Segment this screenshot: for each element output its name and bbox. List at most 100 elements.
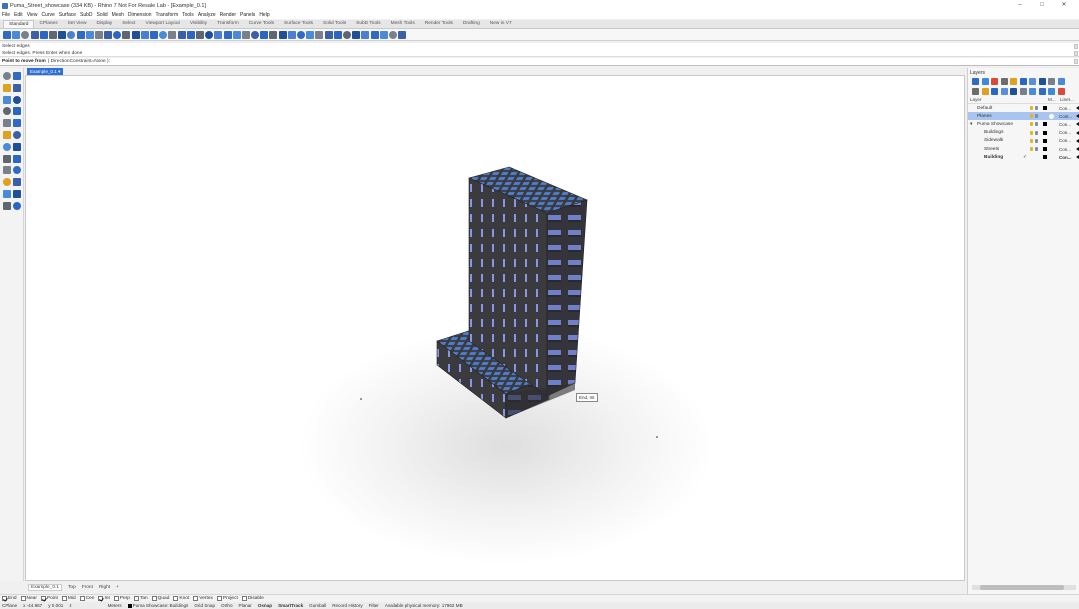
toolbar-tab-new-in-v7[interactable]: New in V7	[485, 20, 517, 28]
menu-surface[interactable]: Surface	[59, 12, 76, 18]
toolbar-tool-icon[interactable]	[131, 30, 140, 39]
sidebar-tool-icon[interactable]	[13, 119, 21, 128]
minimize-button[interactable]: –	[1009, 0, 1031, 11]
layer-visible-icon[interactable]	[1030, 114, 1033, 119]
toolbar-tab-surface-tools[interactable]: Surface Tools	[279, 20, 318, 28]
sidebar-tool-icon[interactable]	[3, 95, 11, 104]
menu-analyze[interactable]: Analyze	[198, 12, 216, 18]
layer-lock-icon[interactable]	[1035, 114, 1038, 119]
toolbar-tool-icon[interactable]	[214, 30, 223, 39]
toolbar-tab-cplanes[interactable]: CPlanes	[34, 20, 62, 28]
toolbar-tool-icon[interactable]	[12, 30, 21, 39]
layer-tool-icon[interactable]	[991, 87, 998, 95]
toolbar-tool-icon[interactable]	[370, 30, 379, 39]
maximize-button[interactable]: □	[1031, 0, 1053, 11]
layer-lock-icon[interactable]	[1035, 122, 1038, 127]
toolbar-tool-icon[interactable]	[140, 30, 149, 39]
menu-curve[interactable]: Curve	[41, 12, 54, 18]
osnap-quad[interactable]: Quad	[151, 596, 169, 601]
toolbar-tool-icon[interactable]	[352, 30, 361, 39]
history-scroll-down[interactable]	[1074, 51, 1078, 56]
filter-button[interactable]: Filter	[369, 603, 379, 608]
osnap-checkbox[interactable]	[193, 596, 199, 601]
layer-lock-icon[interactable]	[1035, 138, 1038, 143]
toolbar-tool-icon[interactable]	[342, 30, 351, 39]
osnap-near[interactable]: Near	[20, 596, 37, 601]
panel-tab-icon[interactable]	[1000, 77, 1008, 85]
perspective-viewport[interactable]: End, Int	[25, 75, 965, 581]
toolbar-tool-icon[interactable]	[315, 30, 324, 39]
osnap-point[interactable]: Point	[40, 596, 58, 601]
sidebar-tool-icon[interactable]	[3, 154, 11, 163]
osnap-cen[interactable]: Cen	[79, 596, 94, 601]
viewport-title-tab[interactable]: Example_0.1 ▾	[27, 68, 64, 75]
menu-render[interactable]: Render	[220, 12, 236, 18]
osnap-checkbox[interactable]	[79, 596, 85, 601]
layer-linetype[interactable]: Con...	[1059, 138, 1071, 143]
sidebar-tool-icon[interactable]	[3, 190, 11, 198]
sidebar-tool-icon[interactable]	[3, 72, 11, 80]
sidebar-tool-icon[interactable]	[3, 107, 11, 116]
osnap-project[interactable]: Project	[216, 596, 238, 601]
osnap-checkbox[interactable]	[133, 596, 139, 601]
toolbar-tool-icon[interactable]	[186, 30, 195, 39]
sidebar-tool-icon[interactable]	[13, 190, 21, 198]
menu-file[interactable]: File	[2, 12, 10, 18]
close-button[interactable]: ✕	[1053, 0, 1075, 11]
sidebar-tool-icon[interactable]	[13, 142, 21, 151]
toolbar-tab-mesh-tools[interactable]: Mesh Tools	[386, 20, 420, 28]
layer-color-swatch[interactable]	[1043, 138, 1047, 143]
toolbar-tool-icon[interactable]	[388, 30, 397, 39]
toolbar-tool-icon[interactable]	[260, 30, 269, 39]
toolbar-tool-icon[interactable]	[39, 30, 48, 39]
menu-edit[interactable]: Edit	[14, 12, 23, 18]
toolbar-tool-icon[interactable]	[379, 30, 388, 39]
view-tab-right[interactable]: Right	[99, 585, 110, 590]
command-prompt-option[interactable]: ( DirectionConstraint=None ):	[48, 59, 110, 64]
layer-tool-icon[interactable]	[1048, 87, 1055, 95]
layer-linetype[interactable]: Con...	[1059, 155, 1072, 160]
layer-visible-icon[interactable]	[1030, 122, 1033, 127]
osnap-checkbox[interactable]	[216, 596, 222, 601]
viewport-menu-arrow-icon[interactable]: ▾	[58, 69, 60, 74]
expand-layer-icon[interactable]: ▾	[970, 122, 972, 127]
toolbar-tab-drafting[interactable]: Drafting	[458, 20, 485, 28]
layers-scroll-thumb[interactable]	[980, 585, 1064, 590]
toolbar-tool-icon[interactable]	[177, 30, 186, 39]
panel-tab-icon[interactable]	[991, 77, 998, 85]
layer-row[interactable]: Sidewalk Con...	[968, 137, 1079, 145]
osnap-int[interactable]: Int	[98, 596, 110, 601]
toolbar-tool-icon[interactable]	[205, 30, 214, 39]
panel-tab-icon[interactable]	[1038, 77, 1046, 85]
toolbar-tool-icon[interactable]	[297, 30, 305, 39]
toolbar-tool-icon[interactable]	[195, 30, 204, 39]
sidebar-tool-icon[interactable]	[13, 166, 21, 175]
layer-color-swatch[interactable]	[1043, 106, 1047, 111]
toolbar-tool-icon[interactable]	[287, 30, 296, 39]
panel-tab-icon[interactable]	[1010, 77, 1017, 85]
menu-mesh[interactable]: Mesh	[112, 12, 124, 18]
toolbar-tab-visibility[interactable]: Visibility	[185, 20, 212, 28]
sidebar-tool-icon[interactable]	[3, 201, 11, 210]
toolbar-tool-icon[interactable]	[76, 30, 85, 39]
panel-tab-icon[interactable]	[981, 77, 989, 85]
gumball-toggle[interactable]: Gumball	[309, 603, 326, 608]
command-prompt[interactable]: Point to move from ( DirectionConstraint…	[0, 58, 1079, 66]
record-history-toggle[interactable]: Record History	[332, 603, 362, 608]
toolbar-tool-icon[interactable]	[104, 30, 113, 39]
panel-tab-icon[interactable]	[972, 77, 979, 85]
osnap-end[interactable]: End	[2, 596, 17, 601]
osnap-perp[interactable]: Perp	[113, 596, 130, 601]
sidebar-tool-icon[interactable]	[3, 83, 11, 92]
toolbar-tool-icon[interactable]	[48, 30, 57, 39]
menu-transform[interactable]: Transform	[156, 12, 179, 18]
toolbar-tool-icon[interactable]	[324, 30, 333, 39]
toolbar-tool-icon[interactable]	[159, 30, 168, 39]
sidebar-tool-icon[interactable]	[13, 201, 21, 210]
sidebar-tool-icon[interactable]	[3, 178, 11, 187]
layer-linetype[interactable]: Con...	[1059, 130, 1071, 135]
sidebar-tool-icon[interactable]	[3, 166, 11, 175]
toolbar-tool-icon[interactable]	[150, 30, 158, 39]
layer-tool-icon[interactable]	[1029, 87, 1036, 95]
toolbar-tab-render-tools[interactable]: Render Tools	[420, 20, 458, 28]
